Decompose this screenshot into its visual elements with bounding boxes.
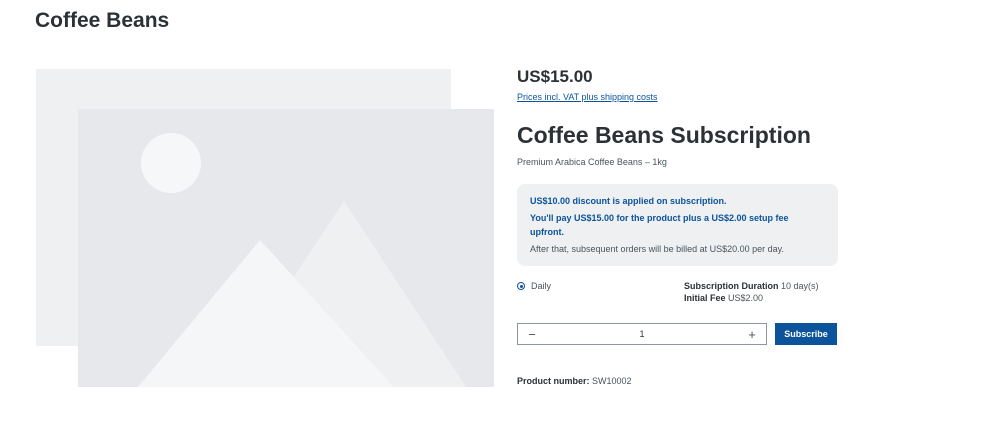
- quantity-stepper: − 1 +: [517, 323, 767, 346]
- initial-fee-label: Initial Fee: [684, 293, 726, 304]
- image-placeholder-icon: [36, 69, 494, 387]
- plan-radio-icon[interactable]: [517, 282, 525, 291]
- plan-details: Subscription Duration 10 day(s) Initial …: [684, 279, 819, 309]
- subscription-info-box: US$10.00 discount is applied on subscrip…: [517, 184, 838, 267]
- placeholder-sun: [141, 133, 201, 193]
- initial-fee-value: US$2.00: [728, 293, 764, 304]
- upfront-text: You'll pay US$15.00 for the product plus…: [530, 211, 826, 239]
- subscription-plan-row: Daily Subscription Duration 10 day(s) In…: [517, 279, 838, 309]
- buy-box: US$15.00 Prices incl. VAT plus shipping …: [517, 67, 838, 386]
- quantity-input[interactable]: 1: [639, 329, 644, 339]
- product-number-label: Product number:: [517, 376, 590, 387]
- product-number: Product number: SW10002: [517, 376, 838, 386]
- recurring-billing-text: After that, subsequent orders will be bi…: [530, 244, 784, 255]
- discount-text: US$10.00 discount is applied on subscrip…: [530, 196, 727, 207]
- subscription-duration-label: Subscription Duration: [684, 281, 779, 292]
- upfront-text-line-1: You'll pay US$15.00 for the product plus…: [530, 213, 789, 224]
- product-price: US$15.00: [517, 67, 593, 86]
- quantity-decrease-button[interactable]: −: [526, 328, 538, 341]
- product-name: Coffee Beans Subscription: [517, 122, 811, 148]
- product-image-gallery[interactable]: [36, 69, 494, 387]
- subscribe-button[interactable]: Subscribe: [775, 323, 837, 346]
- subscription-duration-value: 10 day(s): [781, 281, 819, 292]
- initial-fee: Initial Fee US$2.00: [684, 292, 819, 304]
- page-title: Coffee Beans: [35, 9, 170, 32]
- shipping-costs-link[interactable]: Prices incl. VAT plus shipping costs: [517, 92, 658, 102]
- plan-option-label: Daily: [531, 281, 552, 292]
- plan-option-daily[interactable]: Daily: [517, 279, 684, 309]
- product-subtitle: Premium Arabica Coffee Beans – 1kg: [517, 157, 667, 168]
- subscription-duration: Subscription Duration 10 day(s): [684, 280, 819, 292]
- upfront-text-line-2: upfront.: [530, 227, 564, 238]
- buy-row: − 1 + Subscribe: [517, 323, 838, 346]
- product-number-value: SW10002: [592, 376, 632, 387]
- quantity-increase-button[interactable]: +: [746, 328, 758, 341]
